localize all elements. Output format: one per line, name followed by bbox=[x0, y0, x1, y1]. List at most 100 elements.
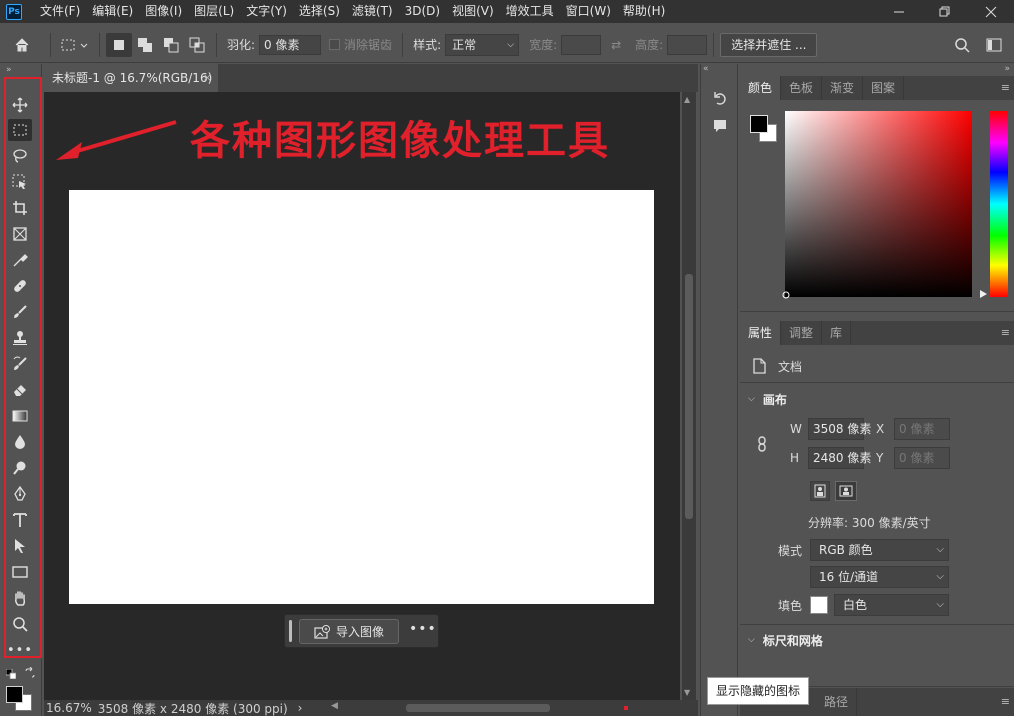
lasso-tool[interactable] bbox=[8, 145, 32, 167]
menu-type[interactable]: 文字(Y) bbox=[240, 0, 293, 23]
menu-help[interactable]: 帮助(H) bbox=[617, 0, 671, 23]
tab-libraries[interactable]: 库 bbox=[822, 321, 852, 345]
menu-view[interactable]: 视图(V) bbox=[446, 0, 500, 23]
scroll-down-icon[interactable]: ▼ bbox=[684, 688, 690, 697]
fill-select[interactable]: 白色 ⌵ bbox=[834, 594, 949, 616]
collapse-toolbar-icon[interactable]: » bbox=[6, 65, 12, 75]
history-brush-tool[interactable] bbox=[8, 353, 32, 375]
scroll-up-icon[interactable]: ▲ bbox=[684, 95, 690, 104]
tab-adjustments[interactable]: 调整 bbox=[781, 321, 823, 345]
hue-marker-icon[interactable] bbox=[980, 290, 987, 298]
bit-depth-select[interactable]: 16 位/通道 ⌵ bbox=[810, 566, 949, 588]
add-selection-button[interactable] bbox=[132, 33, 158, 57]
foreground-color-swatch[interactable] bbox=[6, 686, 23, 703]
minimize-button[interactable] bbox=[876, 0, 922, 23]
status-menu-arrow[interactable]: › bbox=[298, 701, 303, 715]
eyedropper-tool[interactable] bbox=[8, 249, 32, 271]
tab-color[interactable]: 颜色 bbox=[740, 76, 782, 100]
collapse-panels-icon[interactable]: » bbox=[1004, 64, 1010, 74]
panel-menu-icon[interactable]: ≡ bbox=[1001, 321, 1010, 345]
comments-panel-button[interactable] bbox=[710, 116, 730, 136]
history-panel-button[interactable] bbox=[710, 88, 730, 108]
select-and-mask-button[interactable]: 选择并遮住 ... bbox=[720, 32, 818, 57]
more-options-icon[interactable]: ••• bbox=[409, 621, 437, 637]
tab-patterns[interactable]: 图案 bbox=[863, 76, 905, 100]
menu-file[interactable]: 文件(F) bbox=[34, 0, 86, 23]
frame-tool[interactable] bbox=[8, 223, 32, 245]
blur-tool[interactable] bbox=[8, 431, 32, 453]
panel-menu-icon[interactable]: ≡ bbox=[1001, 688, 1010, 716]
healing-brush-tool[interactable] bbox=[8, 275, 32, 297]
hand-tool[interactable] bbox=[8, 587, 32, 609]
menu-image[interactable]: 图像(I) bbox=[139, 0, 188, 23]
landscape-orientation-button[interactable] bbox=[835, 481, 857, 501]
search-button[interactable] bbox=[954, 33, 970, 57]
document-canvas[interactable] bbox=[69, 190, 654, 604]
type-tool[interactable] bbox=[8, 509, 32, 531]
gradient-tool[interactable] bbox=[8, 405, 32, 427]
hue-slider[interactable] bbox=[990, 111, 1008, 297]
home-button[interactable] bbox=[0, 33, 44, 57]
rulers-section-header[interactable]: ⌵ 标尺和网格 bbox=[748, 631, 823, 649]
zoom-level[interactable]: 16.67% bbox=[46, 701, 92, 715]
menu-layer[interactable]: 图层(L) bbox=[188, 0, 240, 23]
width-input[interactable] bbox=[561, 34, 602, 55]
feather-input[interactable]: 0 像素 bbox=[259, 34, 322, 55]
brush-tool[interactable] bbox=[8, 301, 32, 323]
scroll-left-icon[interactable]: ◀ bbox=[331, 701, 338, 711]
canvas-width-input[interactable]: 3508 像素 bbox=[808, 418, 871, 440]
tab-properties[interactable]: 属性 bbox=[740, 321, 782, 345]
menu-plugins[interactable]: 增效工具 bbox=[500, 0, 560, 23]
menu-select[interactable]: 选择(S) bbox=[293, 0, 346, 23]
canvas-x-input[interactable]: 0 像素 bbox=[894, 418, 950, 440]
move-tool[interactable] bbox=[8, 94, 32, 116]
canvas-section-header[interactable]: ⌵ 画布 bbox=[748, 390, 787, 408]
style-select[interactable]: 正常 ⌵ bbox=[445, 33, 520, 56]
dodge-tool[interactable] bbox=[8, 457, 32, 479]
zoom-tool[interactable] bbox=[8, 613, 32, 635]
document-tab[interactable]: 未标题-1 @ 16.7%(RGB/16) × bbox=[44, 64, 218, 92]
path-selection-tool[interactable] bbox=[8, 535, 32, 557]
drag-handle[interactable] bbox=[289, 620, 292, 642]
swap-colors-button[interactable] bbox=[24, 666, 36, 679]
panel-menu-icon[interactable]: ≡ bbox=[1001, 76, 1010, 100]
restore-button[interactable] bbox=[922, 0, 968, 23]
tool-preset-picker[interactable] bbox=[57, 33, 93, 57]
menu-3d[interactable]: 3D(D) bbox=[399, 0, 446, 23]
color-mode-select[interactable]: RGB 颜色 ⌵ bbox=[810, 539, 949, 561]
pen-tool[interactable] bbox=[8, 483, 32, 505]
portrait-orientation-button[interactable] bbox=[810, 481, 830, 501]
clone-stamp-tool[interactable] bbox=[8, 327, 32, 349]
vertical-scroll-thumb[interactable] bbox=[685, 274, 693, 519]
link-dimensions-button[interactable] bbox=[757, 436, 767, 455]
tab-paths[interactable]: 路径 bbox=[816, 688, 858, 716]
swap-dimensions-button[interactable]: ⇄ bbox=[601, 33, 631, 57]
height-input[interactable] bbox=[667, 34, 708, 55]
canvas-y-input[interactable]: 0 像素 bbox=[894, 447, 950, 469]
tab-gradients[interactable]: 渐变 bbox=[822, 76, 864, 100]
object-selection-tool[interactable] bbox=[8, 171, 32, 193]
canvas-height-input[interactable]: 2480 像素 bbox=[808, 447, 871, 469]
default-colors-button[interactable] bbox=[5, 668, 17, 680]
horizontal-scroll-thumb[interactable] bbox=[406, 704, 550, 712]
new-selection-button[interactable] bbox=[106, 32, 132, 57]
tab-swatches[interactable]: 色板 bbox=[781, 76, 823, 100]
color-panel-foreground-swatch[interactable] bbox=[750, 115, 768, 133]
close-tab-icon[interactable]: × bbox=[203, 64, 212, 92]
rectangle-tool[interactable] bbox=[8, 561, 32, 583]
vertical-scrollbar[interactable]: ▲ ▼ bbox=[682, 92, 696, 700]
canvas-area[interactable] bbox=[44, 92, 680, 700]
edit-toolbar-button[interactable]: ••• bbox=[7, 639, 32, 661]
import-image-button[interactable]: 导入图像 bbox=[299, 619, 399, 644]
eraser-tool[interactable] bbox=[8, 379, 32, 401]
menu-window[interactable]: 窗口(W) bbox=[560, 0, 617, 23]
workspace-button[interactable] bbox=[986, 33, 1002, 57]
collapse-column-icon[interactable]: « bbox=[703, 64, 709, 74]
fill-color-swatch[interactable] bbox=[810, 596, 828, 614]
menu-filter[interactable]: 滤镜(T) bbox=[346, 0, 399, 23]
subtract-selection-button[interactable] bbox=[158, 33, 184, 57]
color-field[interactable] bbox=[782, 111, 972, 299]
antialias-checkbox[interactable] bbox=[329, 39, 341, 50]
rect-marquee-tool[interactable] bbox=[8, 119, 32, 141]
close-window-button[interactable] bbox=[968, 0, 1014, 23]
